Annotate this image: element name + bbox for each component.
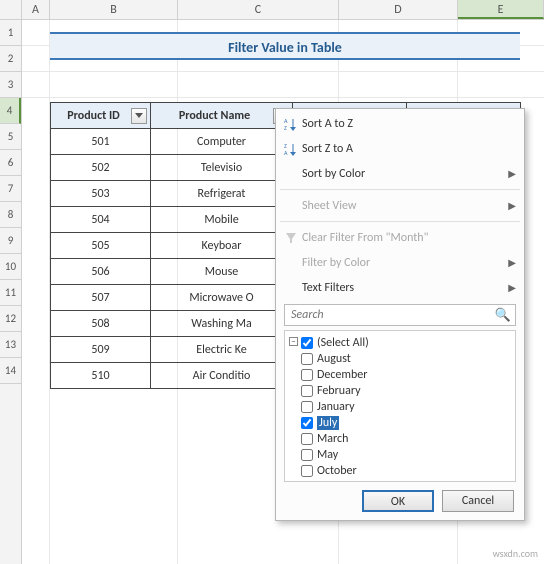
search-input[interactable] — [289, 307, 495, 323]
filter-checkbox[interactable] — [301, 385, 313, 397]
filter-item-label: October — [317, 464, 357, 478]
menu-label: Filter by Color — [302, 256, 370, 270]
filter-check-item[interactable]: October — [287, 463, 513, 479]
filter-checkbox[interactable] — [301, 337, 313, 349]
ok-button[interactable]: OK — [362, 490, 434, 512]
row-header[interactable]: 1 — [0, 20, 21, 46]
filter-checkbox[interactable] — [301, 401, 313, 413]
header-product-id[interactable]: Product ID — [51, 103, 151, 129]
filter-checklist[interactable]: – (Select All) August December February Janua… — [284, 330, 516, 482]
row-header[interactable]: 9 — [0, 228, 21, 254]
svg-text:Z: Z — [284, 124, 287, 131]
header-product-name[interactable]: Product Name — [151, 103, 293, 129]
row-header[interactable]: 13 — [0, 332, 21, 358]
row-header[interactable]: 14 — [0, 358, 21, 384]
row-headers: 1 2 3 4 5 6 7 8 9 10 11 12 13 14 — [0, 20, 22, 564]
filter-check-item[interactable]: May — [287, 447, 513, 463]
tree-collapse-icon[interactable]: – — [289, 337, 298, 346]
filter-check-item[interactable]: July — [287, 415, 513, 431]
filter-check-item[interactable]: February — [287, 383, 513, 399]
filter-checkbox[interactable] — [301, 465, 313, 477]
filter-checkbox[interactable] — [301, 449, 313, 461]
filter-item-label: January — [317, 400, 355, 414]
row-header[interactable]: 3 — [0, 72, 21, 98]
row-header[interactable]: 10 — [0, 254, 21, 280]
chevron-down-icon — [135, 113, 143, 119]
filter-check-item[interactable]: August — [287, 351, 513, 367]
filter-button[interactable] — [131, 108, 147, 124]
svg-text:A: A — [284, 149, 288, 156]
submenu-arrow-icon: ▶ — [508, 167, 516, 180]
filter-check-item[interactable]: March — [287, 431, 513, 447]
filter-check-item[interactable]: December — [287, 367, 513, 383]
column-headers: A B C D E — [0, 0, 544, 20]
row-header[interactable]: 11 — [0, 280, 21, 306]
submenu-arrow-icon: ▶ — [508, 199, 516, 212]
select-all-corner[interactable] — [0, 0, 22, 19]
header-label: Product ID — [67, 109, 120, 123]
filter-item-label: February — [317, 384, 361, 398]
sort-za-icon: ZA — [280, 142, 302, 156]
col-header-B[interactable]: B — [50, 0, 178, 19]
sort-az-icon: AZ — [280, 117, 302, 131]
sheet-view: Sheet View ▶ — [276, 193, 524, 218]
filter-item-label: March — [317, 432, 348, 446]
filter-item-label: July — [317, 416, 339, 430]
menu-label: Sheet View — [302, 199, 356, 213]
sort-az[interactable]: AZ Sort A to Z — [276, 111, 524, 136]
text-filters[interactable]: Text Filters ▶ — [276, 275, 524, 300]
clear-filter: Clear Filter From "Month" — [276, 225, 524, 250]
page-title: Filter Value in Table — [50, 32, 520, 60]
menu-label: Clear Filter From "Month" — [302, 231, 428, 245]
clear-filter-icon — [280, 231, 302, 245]
row-header[interactable]: 2 — [0, 46, 21, 72]
col-header-A[interactable]: A — [22, 0, 50, 19]
menu-label: Sort A to Z — [302, 117, 353, 131]
row-header[interactable]: 5 — [0, 124, 21, 150]
menu-label: Sort Z to A — [302, 142, 353, 156]
col-header-E[interactable]: E — [458, 0, 544, 19]
row-header[interactable]: 7 — [0, 176, 21, 202]
filter-item-label: (Select All) — [317, 336, 369, 350]
filter-item-label: May — [317, 448, 338, 462]
submenu-arrow-icon: ▶ — [508, 256, 516, 269]
filter-check-item[interactable]: January — [287, 399, 513, 415]
menu-label: Sort by Color — [302, 167, 365, 181]
row-header[interactable]: 8 — [0, 202, 21, 228]
header-label: Product Name — [179, 109, 250, 123]
cancel-button[interactable]: Cancel — [442, 490, 514, 512]
filter-check-item[interactable]: – (Select All) — [287, 335, 513, 351]
col-header-C[interactable]: C — [178, 0, 339, 19]
search-box[interactable]: 🔍 — [284, 304, 516, 326]
filter-dropdown: AZ Sort A to Z ZA Sort Z to A Sort by Co… — [275, 108, 525, 521]
filter-by-color: Filter by Color ▶ — [276, 250, 524, 275]
col-header-D[interactable]: D — [339, 0, 458, 19]
row-header[interactable]: 4 — [0, 98, 21, 124]
menu-label: Text Filters — [302, 281, 354, 295]
filter-item-label: December — [317, 368, 367, 382]
filter-checkbox[interactable] — [301, 417, 313, 429]
watermark: wsxdn.com — [493, 547, 538, 560]
separator — [280, 189, 520, 190]
sort-za[interactable]: ZA Sort Z to A — [276, 136, 524, 161]
search-icon: 🔍 — [495, 308, 511, 323]
row-header[interactable]: 6 — [0, 150, 21, 176]
sort-by-color[interactable]: Sort by Color ▶ — [276, 161, 524, 186]
separator — [280, 221, 520, 222]
filter-item-label: August — [317, 352, 351, 366]
submenu-arrow-icon: ▶ — [508, 281, 516, 294]
filter-checkbox[interactable] — [301, 433, 313, 445]
row-header[interactable]: 12 — [0, 306, 21, 332]
filter-checkbox[interactable] — [301, 369, 313, 381]
filter-checkbox[interactable] — [301, 353, 313, 365]
